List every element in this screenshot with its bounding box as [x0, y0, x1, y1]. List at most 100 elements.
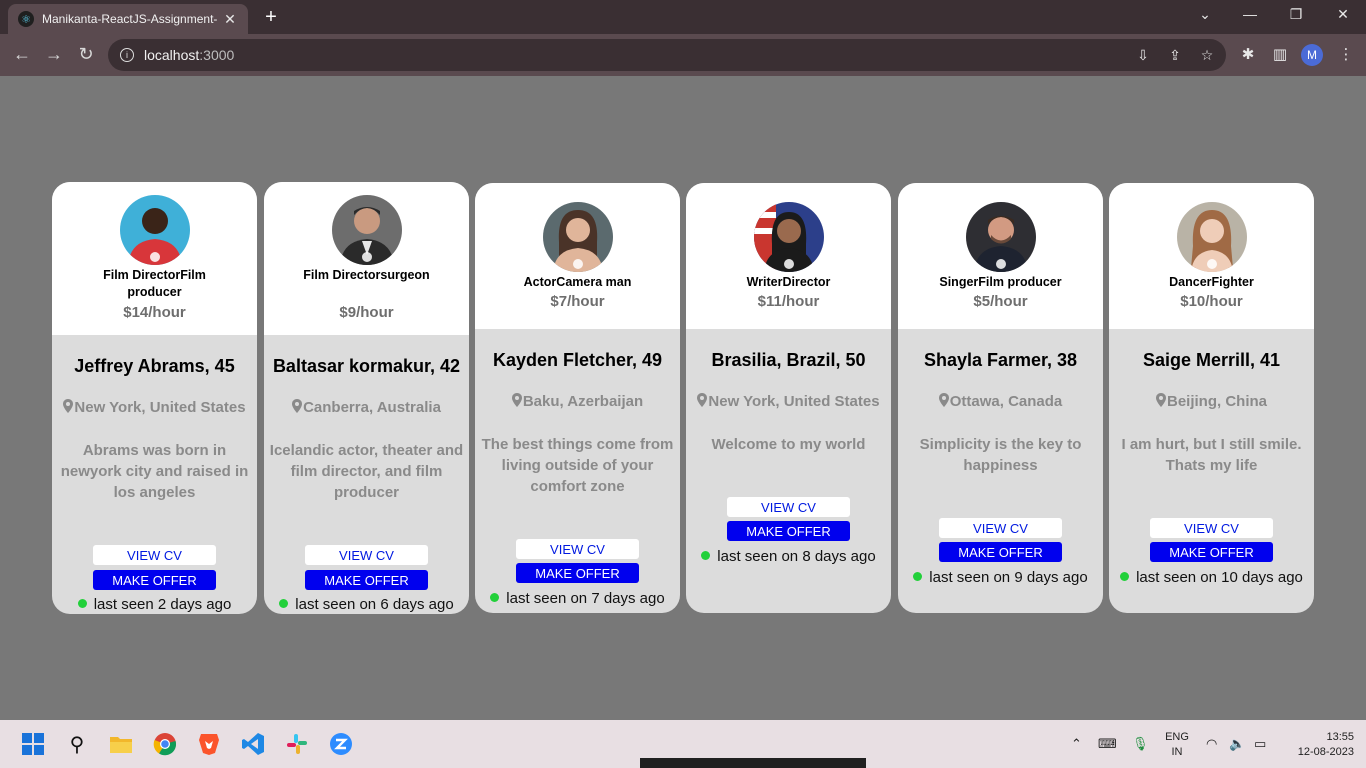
person-name: Shayla Farmer, 38 [923, 350, 1078, 370]
online-status-dot [1120, 572, 1130, 581]
avatar [120, 195, 190, 265]
hourly-rate: $9/hour [339, 304, 394, 321]
browser-tab[interactable]: ⚛ Manikanta-ReactJS-Assignment- ✕ [8, 4, 248, 34]
hidden-window-edge [640, 758, 866, 768]
battery-icon[interactable]: ▭ [1254, 736, 1266, 752]
view-cv-button[interactable]: VIEW CV [1150, 518, 1273, 538]
avatar [543, 202, 613, 272]
language-indicator-top[interactable]: ENG [1160, 731, 1194, 743]
location-text: Beijing, China [1166, 393, 1267, 410]
zoom-icon[interactable] [328, 731, 354, 757]
slack-icon[interactable] [284, 731, 310, 757]
person-name: Baltasar kormakur, 42 [272, 356, 461, 376]
reload-icon[interactable]: ↻ [74, 44, 98, 65]
clock-date[interactable]: 12-08-2023 [1280, 746, 1354, 758]
last-seen-text: last seen on 7 days ago [506, 590, 665, 607]
profile-card: SingerFilm producer $5/hour Shayla Farme… [898, 183, 1103, 613]
side-panel-icon[interactable]: ▥ [1270, 45, 1290, 63]
view-cv-button[interactable]: VIEW CV [93, 545, 216, 565]
make-offer-button[interactable]: MAKE OFFER [93, 570, 216, 590]
last-seen-text: last seen on 10 days ago [1136, 569, 1303, 586]
avatar-photo [543, 202, 613, 272]
location: New York, United States [686, 393, 891, 410]
bio: I am hurt, but I still smile. Thats my l… [1121, 436, 1302, 474]
last-seen: last seen on 7 days ago [475, 590, 680, 607]
site-info-icon[interactable]: i [120, 48, 134, 62]
clock-time[interactable]: 13:55 [1280, 731, 1354, 743]
view-cv-button[interactable]: VIEW CV [516, 539, 639, 559]
bio: Simplicity is the key to happiness [919, 436, 1082, 474]
last-seen: last seen on 8 days ago [686, 548, 891, 565]
location: Beijing, China [1109, 393, 1314, 410]
location-text: New York, United States [74, 399, 246, 416]
online-status-dot [77, 599, 87, 608]
avatar-photo [332, 195, 402, 265]
hourly-rate: $7/hour [550, 293, 605, 310]
bookmark-star-icon[interactable]: ☆ [1198, 47, 1216, 64]
online-status-dot [701, 551, 711, 560]
search-icon[interactable]: ⚲ [64, 731, 90, 757]
vscode-icon[interactable] [240, 731, 266, 757]
url-port: :3000 [199, 47, 235, 63]
last-seen: last seen 2 days ago [52, 596, 257, 613]
avatar [754, 202, 824, 272]
minimize-icon[interactable]: — [1240, 6, 1260, 22]
share-icon[interactable]: ⇪ [1166, 47, 1184, 64]
microphone-icon[interactable]: 🎙 [1132, 736, 1149, 752]
view-cv-button[interactable]: VIEW CV [939, 518, 1062, 538]
profile-card: WriterDirector $11/hour Brasilia, Brazil… [686, 183, 891, 613]
tab-close-icon[interactable]: ✕ [222, 11, 238, 28]
menu-kebab-icon[interactable]: ⋮ [1336, 45, 1356, 63]
avatar-photo [120, 195, 190, 265]
view-cv-button[interactable]: VIEW CV [305, 545, 428, 565]
new-tab-button[interactable]: + [260, 6, 282, 29]
make-offer-button[interactable]: MAKE OFFER [1150, 542, 1273, 562]
wifi-icon[interactable]: ◠ [1206, 736, 1217, 752]
make-offer-button[interactable]: MAKE OFFER [305, 570, 428, 590]
language-indicator-bottom[interactable]: IN [1160, 746, 1194, 758]
make-offer-button[interactable]: MAKE OFFER [516, 563, 639, 583]
online-status-dot [490, 593, 500, 602]
profession: DancerFighter [1169, 275, 1254, 289]
brave-icon[interactable] [196, 731, 222, 757]
address-bar[interactable]: i localhost:3000 ⇩ ⇪ ☆ [108, 39, 1226, 71]
bio: The best things come from living outside… [481, 436, 674, 495]
profession: SingerFilm producer [939, 275, 1062, 289]
back-icon[interactable]: ← [10, 44, 34, 65]
location: Baku, Azerbaijan [475, 393, 680, 410]
profession: ActorCamera man [523, 275, 632, 289]
tab-search-icon[interactable]: ⌄ [1195, 6, 1215, 23]
last-seen-text: last seen on 6 days ago [295, 596, 454, 613]
person-name: Saige Merrill, 41 [1142, 350, 1281, 370]
file-explorer-icon[interactable] [108, 731, 134, 757]
location-text: Canberra, Australia [303, 399, 441, 416]
chrome-icon[interactable] [152, 731, 178, 757]
hourly-rate: $11/hour [757, 293, 820, 310]
keyboard-icon[interactable]: ⌨ [1098, 736, 1117, 752]
browser-toolbar: ← → ↻ i localhost:3000 ⇩ ⇪ ☆ [0, 34, 1366, 76]
last-seen: last seen on 6 days ago [264, 596, 469, 613]
view-cv-button[interactable]: VIEW CV [727, 497, 850, 517]
profile-avatar[interactable]: M [1301, 44, 1323, 66]
profession: Film DirectorFilm producer [103, 268, 206, 299]
volume-icon[interactable]: 🔈 [1229, 736, 1245, 752]
hourly-rate: $5/hour [973, 293, 1028, 310]
avatar [332, 195, 402, 265]
last-seen: last seen on 10 days ago [1109, 569, 1314, 586]
bio: Welcome to my world [711, 436, 866, 453]
install-app-icon[interactable]: ⇩ [1134, 47, 1152, 64]
windows-start-icon[interactable] [20, 731, 46, 757]
make-offer-button[interactable]: MAKE OFFER [939, 542, 1062, 562]
make-offer-button[interactable]: MAKE OFFER [727, 521, 850, 541]
profession: Film Directorsurgeon [303, 268, 430, 282]
close-window-icon[interactable]: ✕ [1333, 6, 1353, 23]
location-pin-icon [1155, 393, 1166, 407]
location-pin-icon [292, 399, 303, 413]
forward-icon[interactable]: → [42, 44, 66, 65]
location-text: Baku, Azerbaijan [522, 393, 644, 410]
extensions-icon[interactable]: ✱ [1238, 45, 1258, 63]
avatar [1177, 202, 1247, 272]
show-hidden-icons-icon[interactable]: ⌃ [1071, 736, 1082, 752]
avatar [966, 202, 1036, 272]
restore-icon[interactable]: ❐ [1286, 6, 1306, 23]
